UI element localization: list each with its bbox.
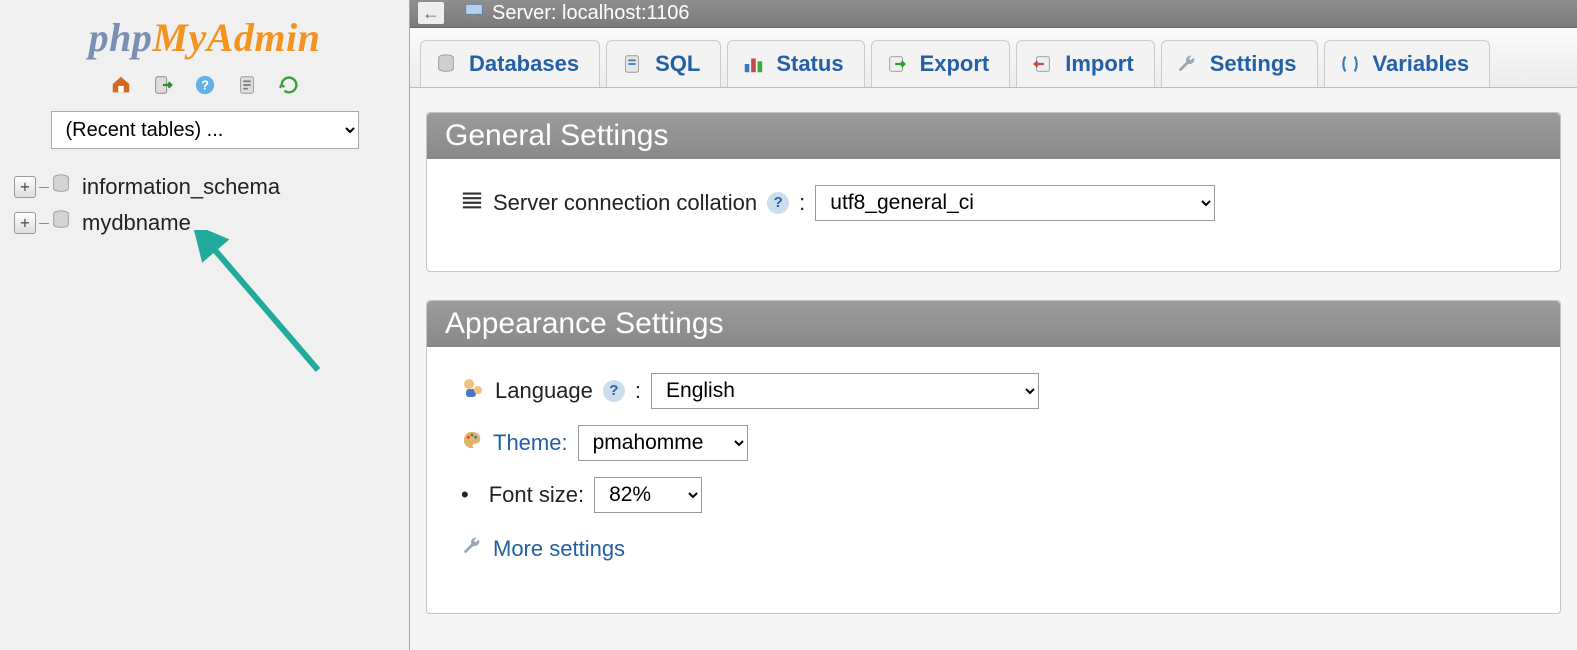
help-icon[interactable]: ? xyxy=(191,73,219,97)
back-icon[interactable]: ← xyxy=(418,2,444,24)
language-label: Language xyxy=(495,378,593,404)
theme-label[interactable]: Theme: xyxy=(493,430,568,456)
status-icon xyxy=(742,53,764,75)
help-icon[interactable]: ? xyxy=(603,380,625,402)
sidebar: phpMyAdmin ? (Recent tables) ... xyxy=(0,0,410,650)
database-icon xyxy=(435,53,457,75)
annotation-arrow xyxy=(188,230,348,400)
language-row: Language ? : English xyxy=(461,373,1526,409)
panel-appearance-settings: Appearance Settings Language ? : English xyxy=(426,300,1561,614)
panel-title: Appearance Settings xyxy=(427,301,1560,347)
tab-export[interactable]: Export xyxy=(871,40,1011,87)
sidebar-toolbar: ? xyxy=(0,73,409,97)
tab-label: Import xyxy=(1065,51,1133,77)
db-tree-item[interactable]: + mydbname xyxy=(14,205,409,241)
logout-icon[interactable] xyxy=(149,73,177,97)
wrench-icon xyxy=(461,535,483,563)
recent-tables-select[interactable]: (Recent tables) ... xyxy=(51,111,359,149)
colon: : xyxy=(635,378,641,404)
tree-connector xyxy=(39,223,49,224)
logo: phpMyAdmin xyxy=(0,0,409,61)
panel-general-settings: General Settings Server connection colla… xyxy=(426,112,1561,272)
server-label: Server: localhost:1106 xyxy=(492,2,690,25)
fontsize-label: Font size: xyxy=(489,482,584,508)
collation-row: Server connection collation ? : utf8_gen… xyxy=(461,185,1526,221)
sql-icon[interactable] xyxy=(233,73,261,97)
home-icon[interactable] xyxy=(107,73,135,97)
collation-select[interactable]: utf8_general_ci xyxy=(815,185,1215,221)
variables-icon xyxy=(1339,53,1361,75)
tab-label: Databases xyxy=(469,51,579,77)
tab-status[interactable]: Status xyxy=(727,40,864,87)
panel-title: General Settings xyxy=(427,113,1560,159)
tab-sql[interactable]: SQL xyxy=(606,40,721,87)
help-icon[interactable]: ? xyxy=(767,192,789,214)
language-select[interactable]: English xyxy=(651,373,1039,409)
topbar: ← Server: localhost:1106 xyxy=(410,0,1577,28)
palette-icon xyxy=(461,429,483,457)
more-settings-row: More settings xyxy=(461,535,1526,563)
export-icon xyxy=(886,53,908,75)
expand-icon[interactable]: + xyxy=(14,176,36,198)
svg-text:?: ? xyxy=(201,78,209,93)
database-icon xyxy=(50,209,72,237)
db-tree-item[interactable]: + information_schema xyxy=(14,169,409,205)
language-icon xyxy=(461,376,485,406)
more-settings-link[interactable]: More settings xyxy=(493,536,625,562)
main: ← Server: localhost:1106 Databases SQL xyxy=(410,0,1577,650)
db-name: information_schema xyxy=(82,174,280,200)
colon: : xyxy=(799,190,805,216)
tabbar: Databases SQL Status Export xyxy=(410,28,1577,88)
logo-part-admin: Admin xyxy=(207,15,321,60)
tab-label: Status xyxy=(776,51,843,77)
logo-part-php: php xyxy=(89,15,153,60)
collation-label: Server connection collation xyxy=(493,190,757,216)
database-tree: + information_schema + mydbname xyxy=(0,169,409,241)
tab-label: Export xyxy=(920,51,990,77)
database-icon xyxy=(50,173,72,201)
tab-variables[interactable]: Variables xyxy=(1324,40,1491,87)
logo-part-my: My xyxy=(152,15,206,60)
expand-icon[interactable]: + xyxy=(14,212,36,234)
tab-label: Settings xyxy=(1210,51,1297,77)
fontsize-select[interactable]: 82% xyxy=(594,477,702,513)
db-name: mydbname xyxy=(82,210,191,236)
tab-import[interactable]: Import xyxy=(1016,40,1154,87)
refresh-icon[interactable] xyxy=(275,73,303,97)
sql-icon xyxy=(621,53,643,75)
content: General Settings Server connection colla… xyxy=(410,88,1577,650)
wrench-icon xyxy=(1176,53,1198,75)
theme-select[interactable]: pmahomme xyxy=(578,425,748,461)
import-icon xyxy=(1031,53,1053,75)
tree-connector xyxy=(39,187,49,188)
tab-label: SQL xyxy=(655,51,700,77)
fontsize-row: Font size: 82% xyxy=(461,477,1526,513)
tab-settings[interactable]: Settings xyxy=(1161,40,1318,87)
tab-databases[interactable]: Databases xyxy=(420,40,600,87)
server-icon xyxy=(464,2,484,25)
tab-label: Variables xyxy=(1373,51,1470,77)
lines-icon xyxy=(461,190,483,216)
theme-row: Theme: pmahomme xyxy=(461,425,1526,461)
